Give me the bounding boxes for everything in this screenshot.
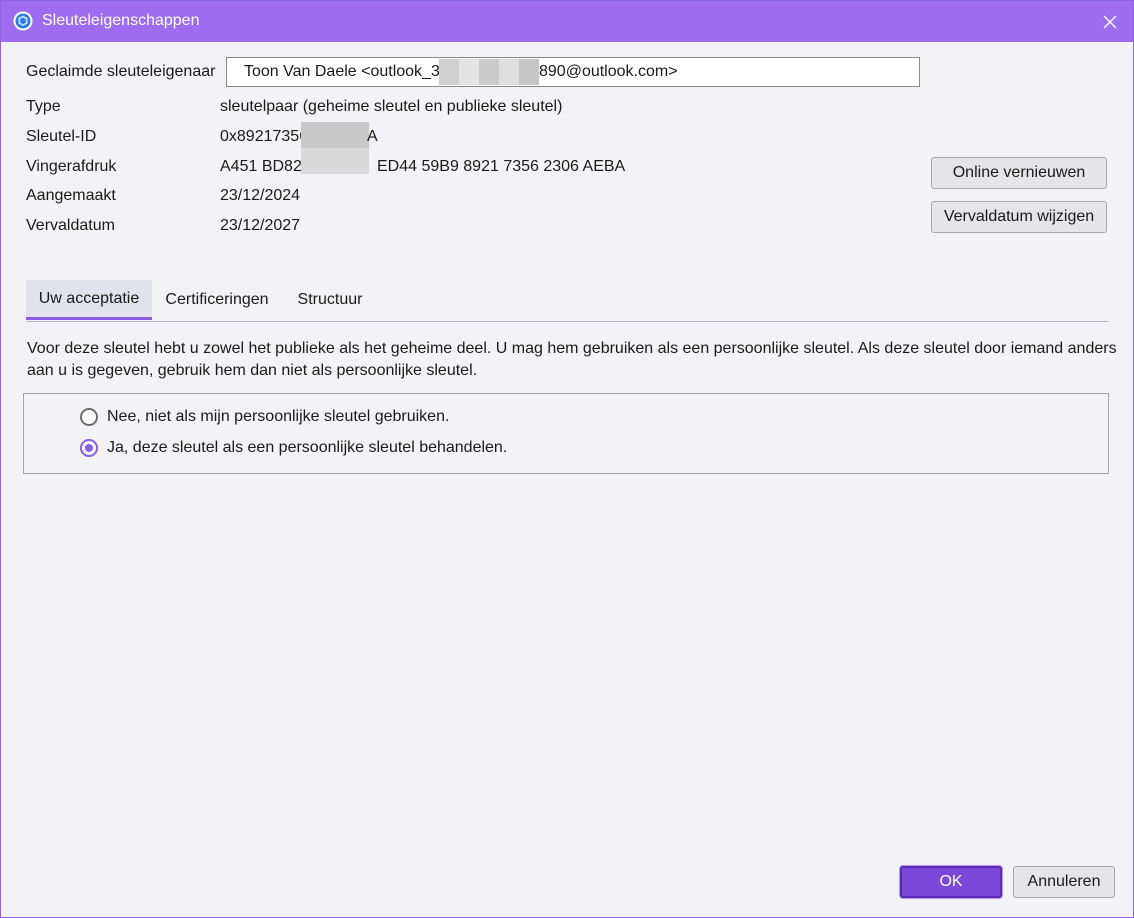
close-icon — [1103, 15, 1117, 28]
app-icon — [13, 11, 33, 31]
window-title: Sleuteleigenschappen — [42, 12, 200, 29]
radio-option-label: Ja, deze sleutel als een persoonlijke sl… — [107, 439, 508, 456]
type-value: sleutelpaar (geheime sleutel en publieke… — [220, 98, 563, 115]
created-value: 23/12/2024 — [220, 187, 301, 204]
expiry-value: 23/12/2027 — [220, 217, 301, 234]
radio-button-unchecked[interactable] — [80, 408, 98, 426]
acceptance-options-group: Nee, niet als mijn persoonlijke sleutel … — [23, 393, 1109, 474]
owner-value-start: Toon Van Daele <outlook_32 — [244, 63, 449, 80]
key-id-value-end: A — [367, 128, 378, 145]
created-label: Aangemaakt — [26, 187, 116, 204]
title-bar[interactable]: Sleuteleigenschappen — [1, 1, 1133, 42]
type-label: Type — [26, 98, 61, 115]
radio-option-no[interactable]: Nee, niet als mijn persoonlijke sleutel … — [80, 406, 449, 428]
radio-button-checked[interactable] — [80, 439, 98, 457]
tab-structure[interactable]: Structuur — [284, 280, 376, 320]
key-id-label: Sleutel-ID — [26, 128, 97, 145]
close-button[interactable] — [1087, 1, 1133, 42]
tab-certifications[interactable]: Certificeringen — [156, 280, 278, 320]
ok-button[interactable]: OK — [900, 866, 1002, 898]
renew-online-button[interactable]: Online vernieuwen — [931, 157, 1107, 189]
key-id-value-start: 0x89217356 — [220, 128, 309, 145]
tab-acceptance[interactable]: Uw acceptatie — [26, 280, 152, 320]
fingerprint-value-start: A451 BD82 — [220, 158, 302, 175]
change-expiry-button[interactable]: Vervaldatum wijzigen — [931, 201, 1107, 233]
radio-option-yes[interactable]: Ja, deze sleutel als een persoonlijke sl… — [80, 437, 507, 459]
expiry-label: Vervaldatum — [26, 217, 115, 234]
redacted-block — [439, 59, 539, 85]
owner-value-end: 890@outlook.com> — [539, 63, 678, 80]
redacted-block — [301, 122, 369, 174]
fingerprint-label: Vingerafdruk — [26, 158, 117, 175]
owner-label: Geclaimde sleuteleigenaar — [26, 63, 216, 80]
fingerprint-value-end: ED44 59B9 8921 7356 2306 AEBA — [377, 158, 626, 175]
tab-bar: Uw acceptatie Certificeringen Structuur — [26, 280, 1108, 322]
radio-option-label: Nee, niet als mijn persoonlijke sleutel … — [107, 408, 450, 425]
cancel-button[interactable]: Annuleren — [1013, 866, 1115, 898]
key-properties-dialog: Sleuteleigenschappen Geclaimde sleutelei… — [0, 0, 1134, 918]
acceptance-description: Voor deze sleutel hebt u zowel het publi… — [27, 340, 1117, 379]
